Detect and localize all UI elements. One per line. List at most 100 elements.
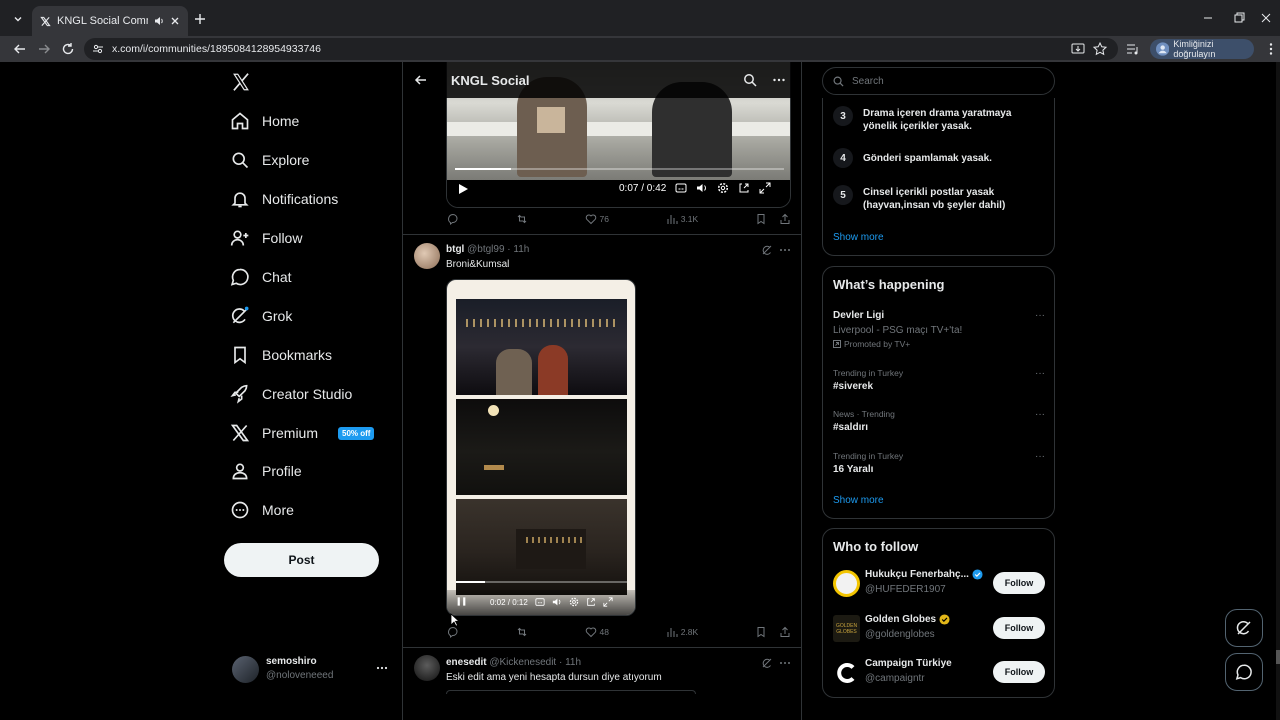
nav-explore[interactable]: Explore: [230, 146, 309, 174]
more-horizontal-icon[interactable]: ···: [1035, 451, 1045, 462]
repost-button[interactable]: [516, 626, 528, 638]
pip-icon[interactable]: [738, 182, 750, 194]
reply-button[interactable]: [447, 626, 459, 638]
new-tab-icon[interactable]: [192, 11, 208, 27]
more-horizontal-icon[interactable]: ···: [1035, 409, 1045, 420]
grok-icon[interactable]: [761, 244, 773, 256]
nav-home[interactable]: Home: [230, 107, 299, 135]
settings-gear-icon[interactable]: [569, 597, 579, 607]
more-horizontal-icon[interactable]: [779, 244, 791, 256]
promoted-trend[interactable]: Devler Ligi Liverpool - PSG maçı TV+'ta!…: [833, 310, 1045, 349]
tweet-time[interactable]: · 11h: [507, 244, 529, 255]
author-name[interactable]: btgl: [446, 244, 464, 255]
x-logo-icon[interactable]: [231, 72, 251, 92]
captions-icon[interactable]: [535, 597, 545, 607]
bookmark-icon[interactable]: [755, 626, 767, 638]
search-icon[interactable]: [743, 73, 757, 87]
media-preview[interactable]: [446, 690, 696, 694]
close-icon[interactable]: [170, 16, 180, 26]
chat-floating-button[interactable]: [1225, 653, 1263, 691]
author-handle[interactable]: @Kickenesedit: [489, 657, 556, 668]
page-scrollbar[interactable]: [1276, 62, 1280, 720]
site-settings-icon[interactable]: [92, 43, 104, 55]
window-close-icon[interactable]: [1258, 10, 1274, 26]
grok-floating-button[interactable]: [1225, 609, 1263, 647]
reply-button[interactable]: [447, 213, 459, 225]
forward-arrow-icon[interactable]: [36, 41, 52, 57]
nav-profile[interactable]: Profile: [230, 457, 302, 485]
like-button[interactable]: 76: [585, 213, 609, 225]
volume-icon[interactable]: [696, 182, 708, 194]
more-horizontal-icon[interactable]: [779, 657, 791, 669]
trend-item[interactable]: Trending in Turkey 16 Yaralı ···: [833, 451, 1045, 475]
more-horizontal-icon[interactable]: [772, 73, 786, 87]
nav-premium[interactable]: Premium 50% off: [230, 419, 375, 447]
video-progress-track[interactable]: [456, 581, 627, 583]
bookmark-star-icon[interactable]: [1092, 41, 1108, 57]
browser-tab-strip: KNGL Social Community / X: [0, 0, 1280, 36]
author-name[interactable]: enesedit: [446, 657, 487, 668]
views-button[interactable]: 2.8K: [666, 626, 698, 638]
trend-item[interactable]: Trending in Turkey #siverek ···: [833, 368, 1045, 392]
follow-button[interactable]: Follow: [993, 572, 1045, 594]
install-app-icon[interactable]: [1070, 41, 1086, 57]
nav-chat[interactable]: Chat: [230, 263, 292, 291]
repost-button[interactable]: [516, 213, 528, 225]
avatar[interactable]: [414, 655, 440, 681]
more-horizontal-icon[interactable]: [376, 662, 388, 674]
pip-icon[interactable]: [586, 597, 596, 607]
fullscreen-icon[interactable]: [759, 182, 771, 194]
nav-label: Premium: [262, 425, 319, 441]
trend-item[interactable]: News · Trending #saldırı ···: [833, 409, 1045, 433]
golden-globes-logo: GOLDEN GLOBES: [833, 615, 860, 642]
tweet-time[interactable]: · 11h: [559, 657, 581, 668]
fullscreen-icon[interactable]: [603, 597, 613, 607]
nav-grok[interactable]: Grok: [230, 302, 292, 330]
follow-suggestion[interactable]: Campaign Türkiye @campaigntr Follow: [833, 658, 1045, 688]
follow-button[interactable]: Follow: [993, 661, 1045, 683]
scrollbar-thumb[interactable]: [1276, 650, 1280, 664]
community-timeline[interactable]: 0:07 / 0:42 KNGL Social 76 3.1K btgl @bt…: [402, 62, 802, 720]
minimize-icon[interactable]: [1200, 10, 1216, 26]
back-arrow-icon[interactable]: [12, 41, 28, 57]
restore-icon[interactable]: [1231, 10, 1247, 26]
share-icon[interactable]: [779, 626, 791, 638]
like-button[interactable]: 48: [585, 626, 609, 638]
show-more-link[interactable]: Show more: [833, 495, 884, 506]
browser-tab[interactable]: KNGL Social Community / X: [32, 6, 188, 36]
profile-button[interactable]: Kimliğinizi doğrulayın: [1150, 39, 1254, 59]
nav-more[interactable]: More: [230, 496, 294, 524]
show-more-link[interactable]: Show more: [833, 232, 884, 243]
volume-icon[interactable]: [552, 597, 562, 607]
search-input[interactable]: Search: [822, 67, 1055, 95]
grok-icon[interactable]: [761, 657, 773, 669]
follow-suggestion[interactable]: Hukukçu Fenerbahç... @HUFEDER1907 Follow: [833, 569, 1045, 599]
back-arrow-icon[interactable]: [414, 73, 428, 87]
nav-creator-studio[interactable]: Creator Studio: [230, 380, 352, 408]
nav-bookmarks[interactable]: Bookmarks: [230, 341, 332, 369]
author-handle[interactable]: @btgl99: [467, 244, 504, 255]
follow-suggestion[interactable]: GOLDEN GLOBES Golden Globes @goldenglobes…: [833, 614, 1045, 644]
avatar[interactable]: [414, 243, 440, 269]
media-controls-icon[interactable]: [1125, 41, 1141, 57]
more-horizontal-icon[interactable]: ···: [1035, 368, 1045, 379]
nav-notifications[interactable]: Notifications: [230, 185, 338, 213]
video-player[interactable]: 0:02 / 0:12: [446, 279, 636, 616]
nav-follow[interactable]: Follow: [230, 224, 302, 252]
captions-icon[interactable]: [675, 182, 687, 194]
bookmark-icon[interactable]: [755, 213, 767, 225]
follow-button[interactable]: Follow: [993, 617, 1045, 639]
browser-menu-icon[interactable]: [1263, 41, 1279, 57]
more-horizontal-icon[interactable]: ···: [1035, 310, 1045, 321]
pause-icon[interactable]: [456, 596, 467, 607]
settings-gear-icon[interactable]: [717, 182, 729, 194]
account-switcher[interactable]: semoshiro @noloveneeed: [232, 654, 392, 686]
tab-search-button[interactable]: [8, 9, 28, 29]
views-button[interactable]: 3.1K: [666, 213, 698, 225]
post-button[interactable]: Post: [224, 543, 379, 577]
play-icon[interactable]: [457, 183, 469, 195]
address-bar[interactable]: x.com/i/communities/1895084128954933746: [84, 38, 1118, 60]
share-icon[interactable]: [779, 213, 791, 225]
video-progress-track[interactable]: [455, 168, 784, 170]
reload-icon[interactable]: [60, 41, 76, 57]
